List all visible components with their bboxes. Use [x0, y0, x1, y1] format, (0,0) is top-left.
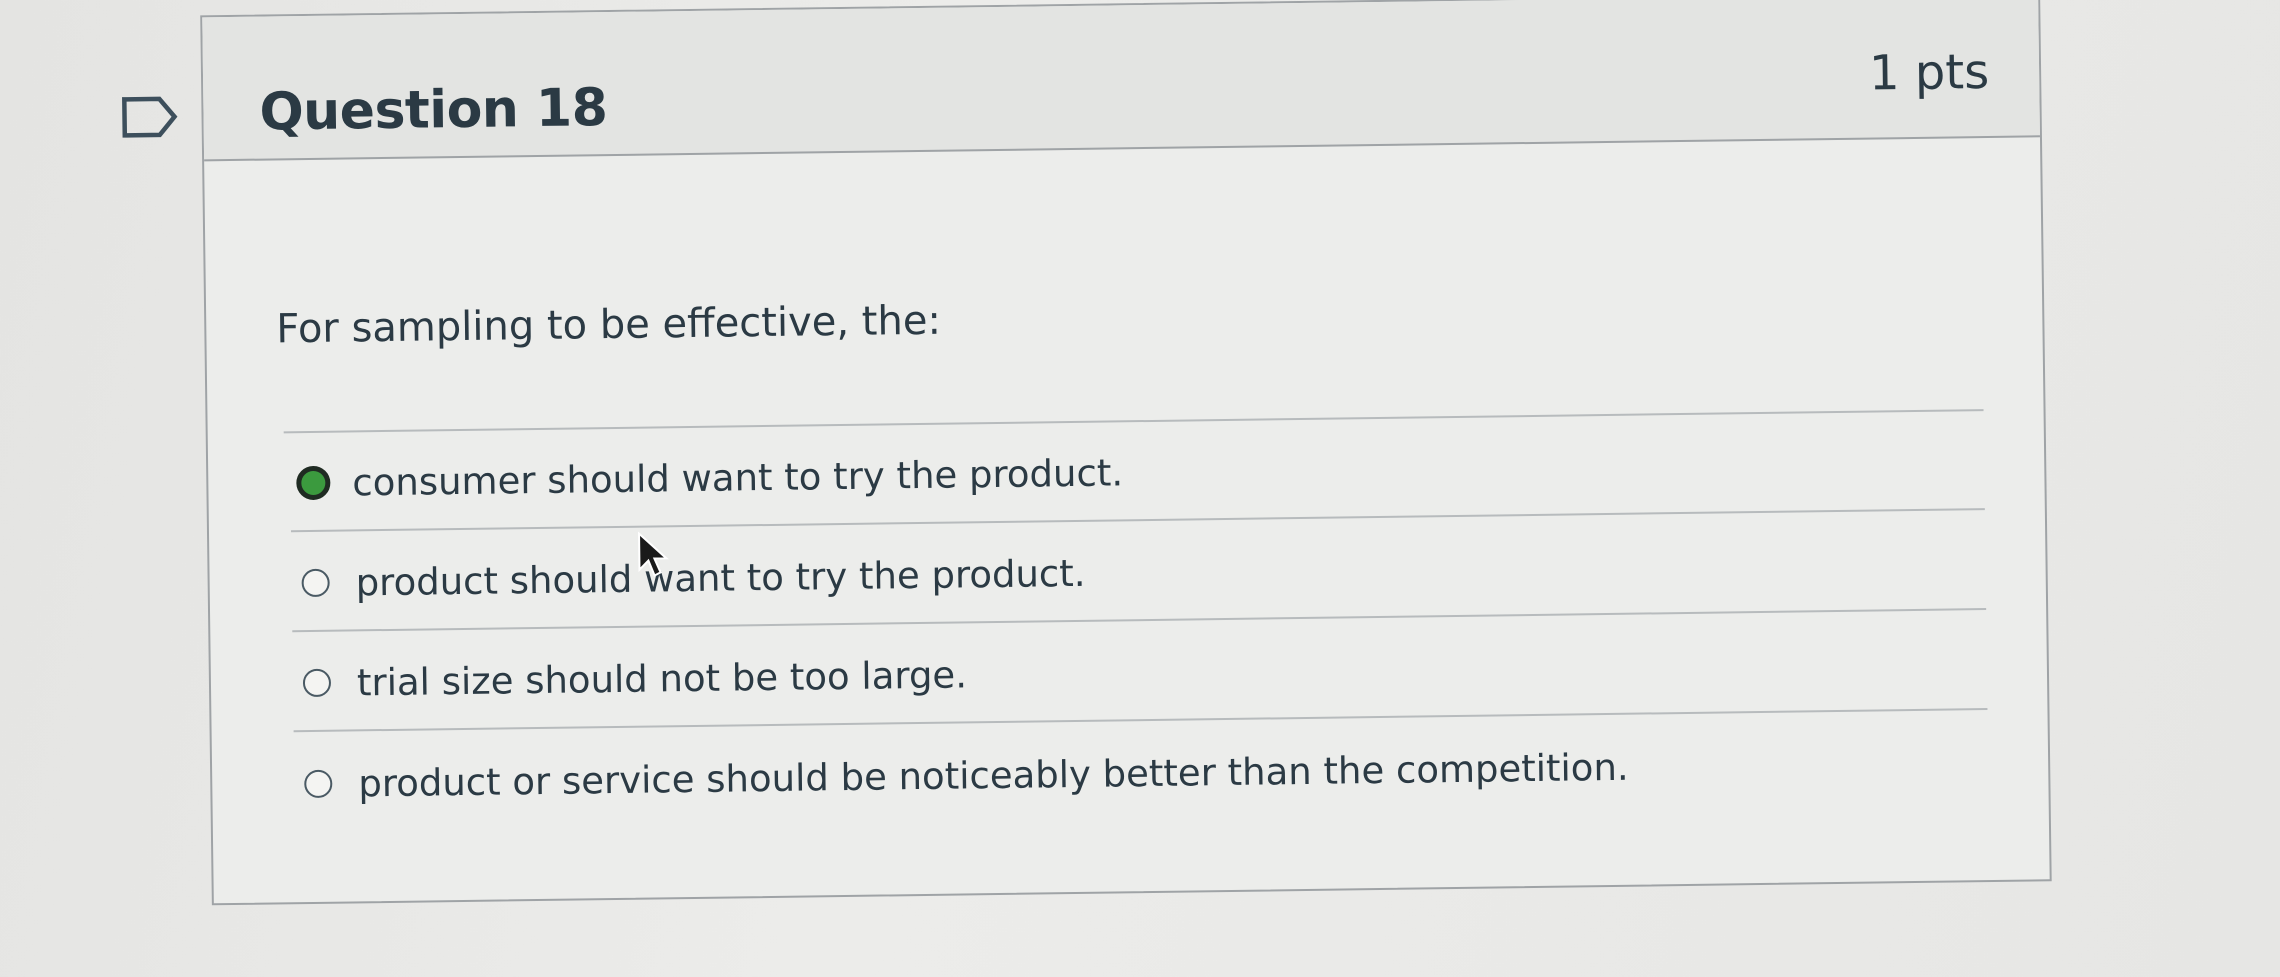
flag-question-icon[interactable] — [121, 96, 178, 139]
answer-label: product or service should be noticeably … — [358, 745, 1629, 805]
question-card: Question 18 1 pts For sampling to be eff… — [200, 0, 2052, 906]
radio-selected[interactable] — [296, 465, 331, 501]
radio-unselected[interactable] — [301, 568, 330, 598]
answer-label: product should want to try the product. — [355, 551, 1086, 604]
question-prompt: For sampling to be effective, the: — [276, 297, 942, 353]
mouse-pointer-icon — [638, 531, 669, 577]
radio-unselected[interactable] — [302, 668, 332, 698]
answer-option-1[interactable]: consumer should want to try the product. — [289, 414, 1985, 533]
answer-label: consumer should want to try the product. — [352, 450, 1124, 504]
question-header: Question 18 1 pts — [202, 0, 2040, 162]
answer-label: trial size should not be too large. — [356, 652, 968, 704]
radio-unselected[interactable] — [304, 769, 333, 799]
question-title: Question 18 — [259, 78, 608, 143]
answer-option-3[interactable]: trial size should not be too large. — [292, 614, 1988, 733]
answer-option-4[interactable]: product or service should be noticeably … — [294, 714, 1989, 832]
answer-option-2[interactable]: product should want to try the product. — [291, 514, 1987, 633]
question-points: 1 pts — [1868, 43, 1990, 102]
quiz-scene: Question 18 1 pts For sampling to be eff… — [0, 0, 2280, 977]
